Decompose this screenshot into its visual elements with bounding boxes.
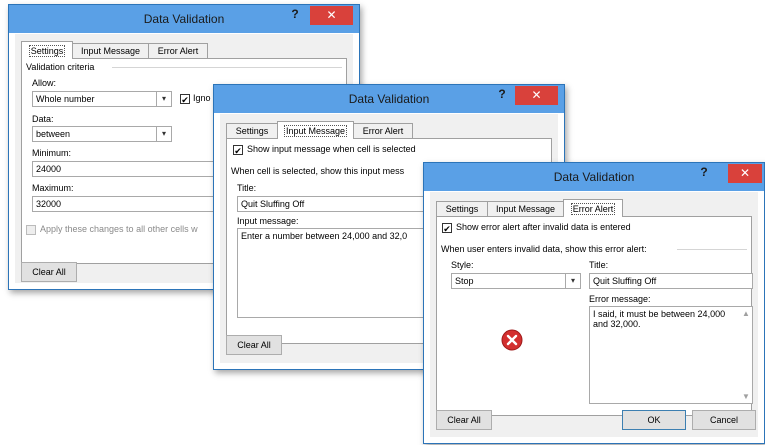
show-error-checkbox[interactable]: ✔ <box>442 223 452 234</box>
scroll-up-icon[interactable]: ▲ <box>741 309 751 318</box>
title-input[interactable]: Quit Sluffing Off <box>589 273 753 289</box>
tab-input-message[interactable]: Input Message <box>72 43 149 58</box>
cancel-label: Cancel <box>709 415 738 425</box>
maximum-input[interactable]: 32000 <box>32 196 222 212</box>
clear-all-label: Clear All <box>32 267 66 277</box>
tab-strip: Settings Input Message Error Alert <box>436 199 636 217</box>
when-invalid-label: When user enters invalid data, show this… <box>441 244 647 254</box>
window-title: Data Validation <box>348 92 430 106</box>
chevron-down-icon: ▾ <box>156 92 171 106</box>
minimum-label: Minimum: <box>32 148 72 158</box>
tab-label: Settings <box>445 204 479 214</box>
data-select[interactable]: between ▾ <box>32 126 172 142</box>
tab-label: Input Message <box>80 46 141 56</box>
apply-all-checkbox[interactable] <box>26 225 36 235</box>
close-button[interactable]: ✕ <box>310 6 353 25</box>
titlebar[interactable]: Data Validation ? ✕ <box>424 163 764 191</box>
data-label: Data: <box>32 114 54 124</box>
window-title: Data Validation <box>143 12 225 26</box>
clear-all-button[interactable]: Clear All <box>226 335 282 355</box>
chevron-down-icon: ▾ <box>565 274 580 288</box>
tab-error-alert[interactable]: Error Alert <box>148 43 208 58</box>
allow-label: Allow: <box>32 78 57 88</box>
scroll-down-icon[interactable]: ▼ <box>741 392 751 401</box>
style-select[interactable]: Stop ▾ <box>451 273 581 289</box>
tab-input-message[interactable]: Input Message <box>487 201 564 216</box>
input-message-value: Enter a number between 24,000 and 32,0 <box>241 231 408 241</box>
tab-label: Input Message <box>495 204 556 214</box>
maximum-label: Maximum: <box>32 183 74 193</box>
allow-select[interactable]: Whole number ▾ <box>32 91 172 107</box>
title-label: Title: <box>237 183 257 193</box>
validation-criteria-label: Validation criteria <box>26 62 95 72</box>
when-selected-label: When cell is selected, show this input m… <box>231 166 405 176</box>
divider <box>112 67 342 68</box>
titlebar[interactable]: Data Validation ? ✕ <box>9 5 359 33</box>
clear-all-label: Clear All <box>447 415 481 425</box>
titlebar[interactable]: Data Validation ? ✕ <box>214 85 564 113</box>
tab-settings[interactable]: Settings <box>436 201 488 216</box>
tab-settings[interactable]: Settings <box>226 123 278 138</box>
tab-label: Settings <box>235 126 269 136</box>
allow-value: Whole number <box>36 94 95 104</box>
error-message-value: I said, it must be between 24,000 and 32… <box>593 309 728 329</box>
tab-label: Error Alert <box>570 203 616 215</box>
tab-settings[interactable]: Settings <box>21 41 73 59</box>
tab-error-alert[interactable]: Error Alert <box>563 199 623 217</box>
tab-label: Settings <box>28 45 66 57</box>
cancel-button[interactable]: Cancel <box>692 410 756 430</box>
tab-label: Error Alert <box>157 46 199 56</box>
dialog-body: Settings Input Message Error Alert ✔ Sho… <box>430 192 758 437</box>
tab-label: Error Alert <box>362 126 404 136</box>
error-alert-dialog: Data Validation ? ✕ Settings Input Messa… <box>423 162 765 444</box>
divider <box>677 249 747 250</box>
clear-all-label: Clear All <box>237 340 271 350</box>
ignore-blank-label: Igno <box>193 93 211 103</box>
tab-input-message[interactable]: Input Message <box>277 121 354 139</box>
help-button[interactable]: ? <box>287 7 303 21</box>
clear-all-button[interactable]: Clear All <box>436 410 492 430</box>
data-value: between <box>36 129 71 139</box>
tab-strip: Settings Input Message Error Alert <box>21 41 221 59</box>
show-input-label: Show input message when cell is selected <box>247 144 416 154</box>
help-button[interactable]: ? <box>494 87 510 101</box>
ok-button[interactable]: OK <box>622 410 686 430</box>
error-message-label: Error message: <box>589 294 651 304</box>
close-button[interactable]: ✕ <box>728 164 762 183</box>
title-label: Title: <box>589 260 609 270</box>
tab-strip: Settings Input Message Error Alert <box>226 121 426 139</box>
ignore-blank-checkbox[interactable]: ✔ <box>180 94 190 105</box>
show-input-checkbox[interactable]: ✔ <box>233 145 243 156</box>
title-value: Quit Sluffing Off <box>593 276 657 286</box>
minimum-input[interactable]: 24000 <box>32 161 222 177</box>
tab-label: Input Message <box>283 125 348 137</box>
window-title: Data Validation <box>553 170 635 184</box>
stop-icon <box>501 329 523 351</box>
minimum-value: 24000 <box>36 164 62 174</box>
error-message-textarea[interactable]: I said, it must be between 24,000 and 32… <box>589 306 753 404</box>
input-message-label: Input message: <box>237 216 299 226</box>
apply-all-label: Apply these changes to all other cells w <box>40 224 198 234</box>
title-value: Quit Sluffing Off <box>241 199 305 209</box>
clear-all-button[interactable]: Clear All <box>21 262 77 282</box>
show-error-label: Show error alert after invalid data is e… <box>456 222 631 232</box>
style-value: Stop <box>455 276 474 286</box>
style-label: Style: <box>451 260 474 270</box>
close-button[interactable]: ✕ <box>515 86 558 105</box>
ok-label: OK <box>647 415 661 425</box>
error-alert-panel: ✔ Show error alert after invalid data is… <box>436 216 753 416</box>
maximum-value: 32000 <box>36 199 62 209</box>
chevron-down-icon: ▾ <box>156 127 171 141</box>
tab-error-alert[interactable]: Error Alert <box>353 123 413 138</box>
help-button[interactable]: ? <box>696 165 712 179</box>
